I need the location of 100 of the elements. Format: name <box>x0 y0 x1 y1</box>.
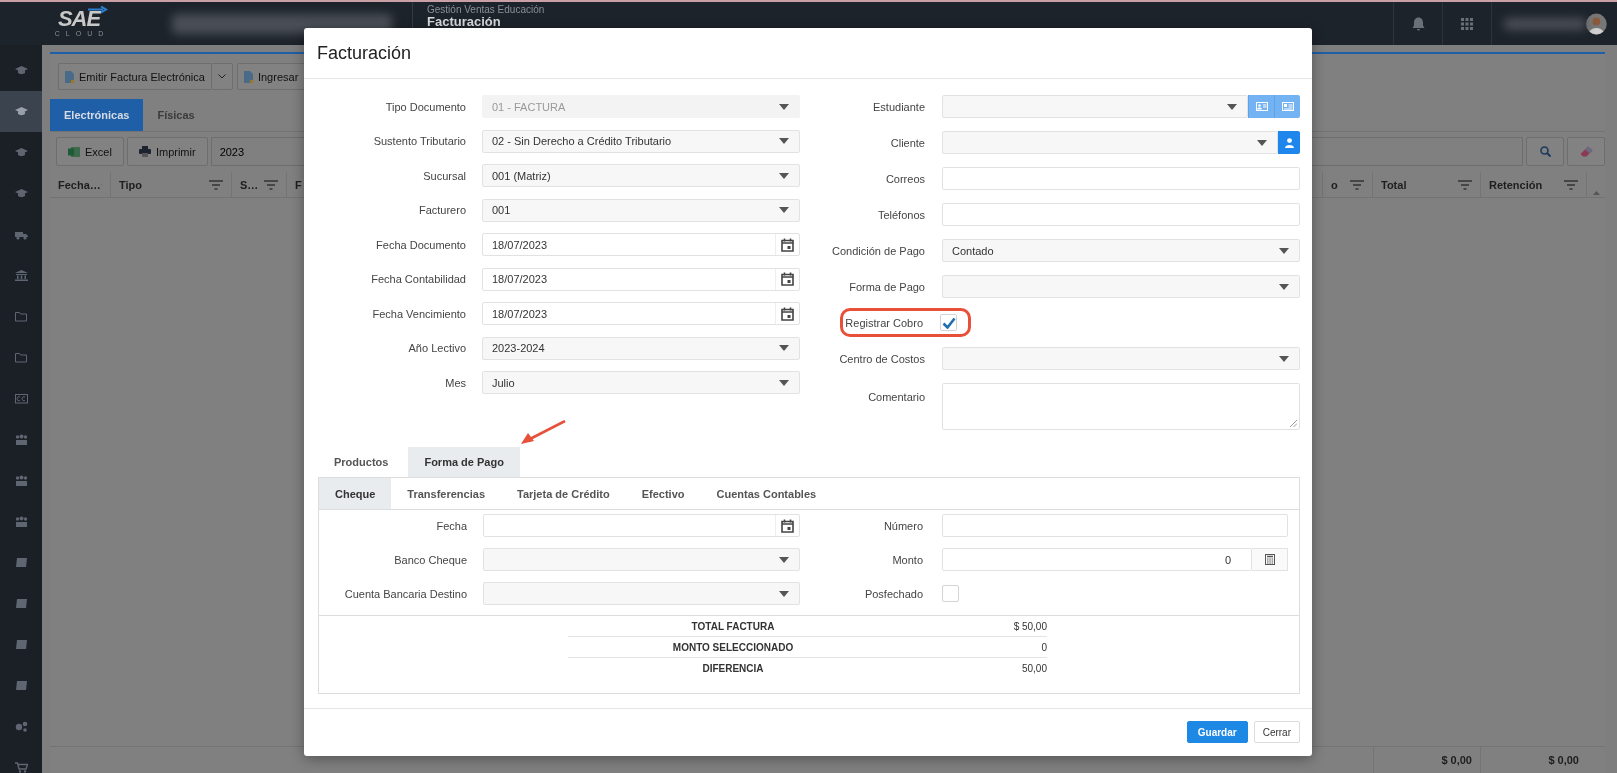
filter-icon[interactable] <box>264 179 278 190</box>
person-button[interactable] <box>1278 131 1300 154</box>
tab[interactable]: Cheque <box>319 478 392 509</box>
total-cell: $ 0,00 <box>1373 747 1480 773</box>
group-icon <box>14 475 28 486</box>
apps-grid-icon[interactable] <box>1461 17 1473 30</box>
tab[interactable]: Efectivo <box>625 478 701 509</box>
tab[interactable]: Electrónicas <box>50 99 144 131</box>
calendar-icon <box>781 237 794 252</box>
dropdown-button[interactable] <box>210 63 233 90</box>
caret-icon <box>1227 103 1237 110</box>
graduation-cap-icon <box>14 147 28 158</box>
field-label: Sucursal <box>422 169 466 182</box>
input-field[interactable] <box>942 514 1288 537</box>
dialog-title: Facturación <box>317 42 412 64</box>
comment-field[interactable] <box>942 383 1300 430</box>
amount-field[interactable]: 0 <box>942 548 1252 571</box>
select-field[interactable]: 02 - Sin Derecho a Crédito Tributario <box>482 129 800 153</box>
field-label: Monto <box>891 553 923 566</box>
spreadsheet-icon <box>68 145 80 158</box>
select-field[interactable] <box>483 582 800 605</box>
tab[interactable]: Cuentas Contables <box>700 478 833 509</box>
date-field[interactable]: 18/07/2023 <box>482 267 800 291</box>
calendar-icon <box>781 306 794 321</box>
tab[interactable]: Forma de Pago <box>408 447 520 477</box>
field-label: Mes <box>444 376 466 389</box>
excel-button[interactable]: Excel <box>56 137 124 166</box>
select-field[interactable] <box>942 131 1278 154</box>
select-field[interactable] <box>942 275 1300 298</box>
calculator-button[interactable] <box>1252 548 1288 571</box>
logo-text: SAE <box>57 9 101 29</box>
field-label: Tipo Documento <box>384 100 466 113</box>
summary-label: TOTAL FACTURA <box>690 620 776 632</box>
select-field[interactable]: Julio <box>482 371 800 394</box>
eraser-icon <box>1579 146 1593 157</box>
select-field[interactable] <box>942 347 1300 370</box>
field-label: Cliente <box>889 136 925 149</box>
summary-value: $ 50,00 <box>1012 620 1047 632</box>
field-label: Condición de Pago <box>831 244 925 257</box>
graduation-cap-icon <box>14 188 28 199</box>
book-icon <box>14 639 28 650</box>
field-label: Estudiante <box>872 100 925 113</box>
save-button[interactable]: Guardar <box>1186 721 1248 743</box>
group-icon <box>14 434 28 445</box>
tab[interactable]: Productos <box>318 447 405 477</box>
print-button[interactable]: Imprimir <box>126 137 208 166</box>
action-button[interactable]: Emitir Factura Electrónica <box>58 63 211 90</box>
close-button[interactable]: Cerrar <box>1253 721 1300 743</box>
date-field[interactable] <box>483 514 800 537</box>
caret-icon <box>1257 139 1267 146</box>
tab[interactable]: Transferencias <box>391 478 501 509</box>
select-field[interactable]: Contado <box>942 239 1300 262</box>
input-field[interactable] <box>942 167 1300 190</box>
field-label: Forma de Pago <box>848 280 925 293</box>
field-label: Año Lectivo <box>407 342 466 354</box>
filter-icon[interactable] <box>1564 179 1578 190</box>
calendar-icon <box>781 518 794 533</box>
field-label: Fecha Vencimiento <box>371 307 466 320</box>
select-field[interactable]: 2023-2024 <box>482 336 800 360</box>
id-card-button[interactable] <box>1248 95 1274 118</box>
book-icon <box>14 557 28 568</box>
bell-icon[interactable] <box>1411 16 1425 31</box>
field-label: Registrar Cobro <box>844 316 923 329</box>
filter-icon[interactable] <box>1350 179 1364 190</box>
input-field[interactable] <box>942 203 1300 226</box>
select-field[interactable]: 001 (Matriz) <box>482 164 800 187</box>
select-field[interactable] <box>942 95 1248 118</box>
field-label: Comentario <box>867 390 925 403</box>
eraser-button[interactable] <box>1567 137 1605 166</box>
select-field[interactable] <box>483 548 800 571</box>
field-label: Facturero <box>417 204 466 216</box>
action-button[interactable]: Ingresar <box>236 63 306 90</box>
caret-icon <box>779 103 789 110</box>
scroll-up-icon[interactable] <box>1592 191 1600 195</box>
id-card-button[interactable] <box>1274 95 1300 118</box>
group-icon <box>14 516 28 527</box>
search-button[interactable] <box>1526 137 1564 166</box>
card-icon <box>14 393 28 404</box>
book-icon <box>14 680 28 691</box>
document-icon <box>65 70 74 83</box>
gears-icon <box>14 721 28 732</box>
calendar-icon <box>781 272 794 286</box>
summary-value: 50,00 <box>1020 662 1047 674</box>
checkbox[interactable] <box>940 314 957 331</box>
column-header: S… <box>240 178 259 191</box>
date-field[interactable]: 18/07/2023 <box>482 302 800 325</box>
filter-icon[interactable] <box>209 179 223 190</box>
tab[interactable]: Tarjeta de Crédito <box>501 478 626 509</box>
checkbox[interactable] <box>942 585 959 602</box>
select-field[interactable]: 001 <box>482 198 800 222</box>
sidebar-item[interactable] <box>0 91 42 132</box>
graduation-cap-icon <box>14 106 28 117</box>
date-field[interactable]: 18/07/2023 <box>482 233 800 256</box>
field-label: Número <box>882 519 923 532</box>
avatar-icon[interactable] <box>1586 11 1607 36</box>
field-label: Correos <box>884 172 925 185</box>
filter-icon[interactable] <box>1458 179 1472 190</box>
search-icon <box>1539 146 1551 157</box>
folder-icon <box>14 352 28 363</box>
column-header: Total <box>1381 178 1407 191</box>
